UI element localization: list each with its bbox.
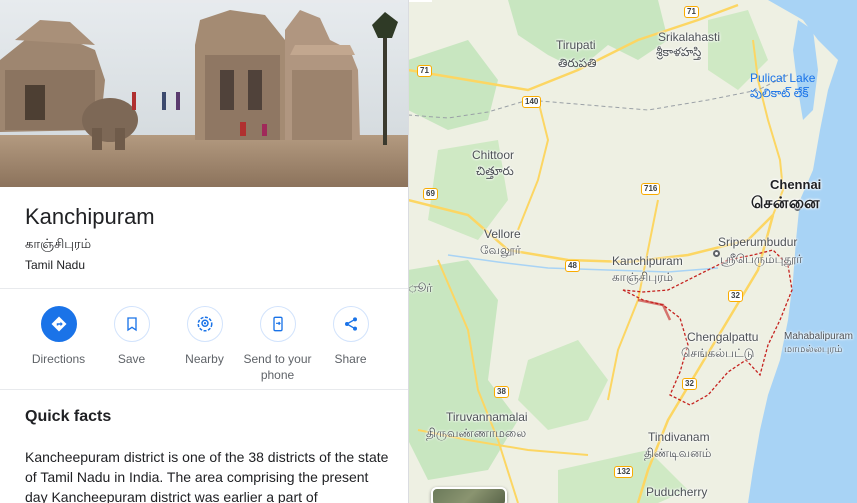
map-label-tindivanam-ta[interactable]: திண்டிவனம்	[644, 446, 711, 462]
map-top-strip	[408, 0, 432, 2]
map-label-tiruvannamalai-ta[interactable]: திருவண்ணாமலை	[426, 426, 526, 442]
highway-shield: 140	[522, 96, 542, 108]
map-canvas[interactable]: 71 71 140 69 716 48 32 38 32 132 Srikala…	[408, 0, 857, 503]
divider	[0, 288, 408, 289]
map-label-mahabalipuram[interactable]: Mahabalipuram	[784, 331, 853, 342]
divider	[0, 389, 408, 390]
quick-facts-heading: Quick facts	[25, 408, 112, 425]
share-icon[interactable]	[332, 306, 369, 342]
bookmark-icon[interactable]	[113, 306, 150, 342]
map-label-tirupati[interactable]: Tirupati	[556, 38, 596, 52]
map-label-kanchipuram[interactable]: Kanchipuram	[612, 254, 683, 268]
highway-shield: 69	[423, 188, 438, 200]
directions-label: Directions	[31, 352, 86, 366]
save-button[interactable]: Save	[95, 306, 168, 383]
highway-shield: 32	[682, 378, 697, 390]
highway-shield: 132	[614, 466, 634, 478]
save-label: Save	[117, 352, 146, 366]
map-label-chittoor[interactable]: Chittoor	[472, 148, 514, 162]
photo-top-strip	[98, 0, 400, 3]
map-label-srikalahasti[interactable]: Srikalahasti	[658, 30, 720, 44]
share-button[interactable]: Share	[314, 306, 387, 383]
map-label-puducherry[interactable]: Puducherry	[646, 485, 707, 499]
map-label-vellore-ta[interactable]: வேலூர்	[480, 243, 521, 259]
highway-shield: 71	[417, 65, 432, 77]
monument-photo	[0, 0, 408, 187]
map-label-mahabalipuram-ta[interactable]: மாமல்லபுரம்	[784, 344, 843, 356]
place-title: Kanchipuram	[25, 204, 155, 229]
highway-shield: 32	[728, 290, 743, 302]
map-label-vellore[interactable]: Vellore	[484, 227, 521, 241]
city-marker-sriperumbudur[interactable]	[713, 250, 720, 257]
highway-shield: 716	[641, 183, 661, 195]
map-label-pulicat[interactable]: Pulicat Lake	[750, 71, 815, 85]
directions-icon[interactable]	[40, 306, 77, 342]
layers-thumbnail[interactable]	[431, 487, 507, 503]
phone-icon[interactable]	[259, 306, 296, 342]
action-bar: Directions Save Nearby Send to your phon…	[22, 306, 392, 383]
map-label-chengalpattu[interactable]: Chengalpattu	[687, 330, 758, 344]
highway-shield: 71	[684, 6, 699, 18]
place-native-name: காஞ்சிபுரம்	[25, 236, 92, 251]
nearby-icon[interactable]	[186, 306, 223, 342]
map-label-chennai-ta[interactable]: சென்னை	[751, 194, 820, 214]
nearby-button[interactable]: Nearby	[168, 306, 241, 383]
map-label-tindivanam[interactable]: Tindivanam	[648, 430, 710, 444]
map-label-sriperumbudur[interactable]: Sriperumbudur	[718, 235, 797, 249]
map-label-chennai[interactable]: Chennai	[770, 177, 821, 192]
map-label-tirupati-te[interactable]: తిరుపతి	[558, 56, 597, 73]
place-region: Tamil Nadu	[25, 258, 86, 272]
quick-facts-text: Kancheepuram district is one of the 38 d…	[25, 449, 389, 503]
map-label-kanchipuram-ta[interactable]: காஞ்சிபுரம்	[612, 270, 673, 286]
map-label-chittoor-te[interactable]: చిత్తూరు	[476, 164, 514, 181]
nearby-label: Nearby	[185, 352, 224, 366]
map-label-chengalpattu-ta[interactable]: செங்கல்பட்டு	[681, 346, 754, 362]
share-label: Share	[334, 352, 367, 366]
map-label-srikalahasti-te[interactable]: శ్రీకాళహస్తి	[656, 45, 701, 62]
map-label-sriperumbudur-ta[interactable]: ஸ்ரீபெரும்புதூர்	[720, 252, 803, 268]
map-label-partial: ூர்	[408, 281, 433, 295]
highway-shield: 48	[565, 260, 580, 272]
highway-shield: 38	[494, 386, 509, 398]
directions-button[interactable]: Directions	[22, 306, 95, 383]
place-photo[interactable]	[0, 0, 408, 187]
map-label-tiruvannamalai[interactable]: Tiruvannamalai	[446, 410, 528, 424]
send-to-phone-button[interactable]: Send to your phone	[241, 306, 314, 383]
send-to-phone-label: Send to your phone	[243, 352, 312, 382]
map-label-pulicat-te[interactable]: పులికాట్ లేక్	[750, 86, 809, 103]
place-panel: Kanchipuram காஞ்சிபுரம் Tamil Nadu Direc…	[0, 0, 409, 503]
